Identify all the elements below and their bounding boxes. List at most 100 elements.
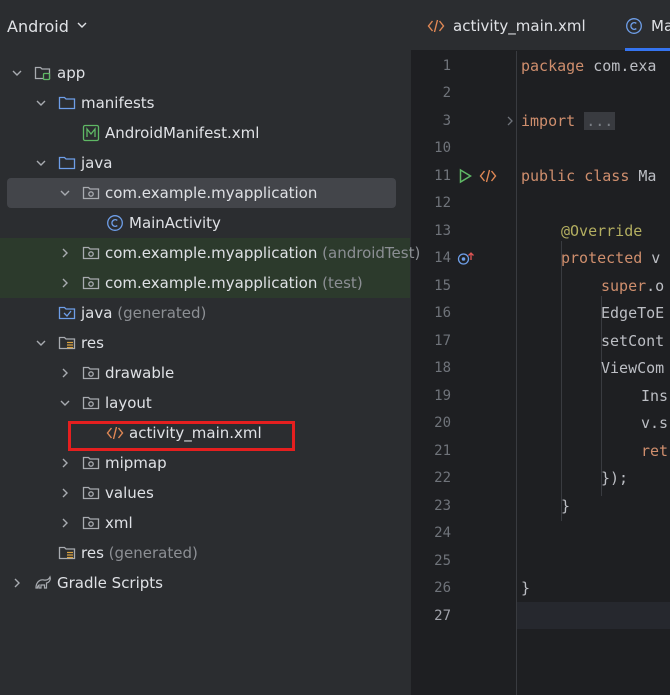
project-panel: Android app manifests AndroidManifest.xm… [0,0,420,695]
line-number: 1 [442,58,451,74]
xml-layout-icon[interactable] [479,168,497,184]
generated-source-folder-icon [58,306,76,320]
tree-item-java-generated[interactable]: java (generated) [0,298,410,328]
tree-label: com.example.myapplication [105,184,318,202]
chevron-right-icon[interactable] [59,247,71,259]
chevron-right-icon[interactable] [59,487,71,499]
source-set-suffix: (androidTest) [322,244,421,262]
tree-label: values [105,484,154,502]
tree-item-android-manifest[interactable]: AndroidManifest.xml [0,118,410,148]
module-folder-icon [34,66,51,81]
class-icon [626,17,642,34]
chevron-right-icon[interactable] [59,517,71,529]
tree-item-res-generated[interactable]: res (generated) [0,538,410,568]
chevron-down-icon[interactable] [59,187,71,199]
override-icon[interactable] [457,250,475,266]
package-icon [82,276,100,290]
line-number: 22 [434,470,451,486]
package-icon [82,246,100,260]
code-editor[interactable]: activity_main.xml Ma 1 2 3 10 11 12 13 1… [411,0,670,695]
tree-item-gradle-scripts[interactable]: Gradle Scripts [0,568,410,598]
line-number: 27 [434,608,451,624]
project-view-selector[interactable]: Android [0,0,410,52]
tree-label: manifests [81,94,155,112]
code-line: Ins [641,387,669,405]
line-number: 24 [434,525,451,541]
tree-label: AndroidManifest.xml [105,124,260,142]
tree-item-xml[interactable]: xml [0,508,410,538]
tree-item-layout[interactable]: layout [0,388,410,418]
line-number: 26 [434,580,451,596]
indent-guide [601,296,602,496]
tree-item-package-test[interactable]: com.example.myapplication (test) [0,268,410,298]
tree-label: app [57,64,86,82]
chevron-right-icon[interactable] [59,277,71,289]
code-line: @Override [561,222,643,240]
class-icon [107,215,123,231]
tree-label: layout [105,394,152,412]
code-line: ret [641,442,669,460]
tree-label: com.example.myapplication (test) [105,274,363,292]
tree-label: java [81,154,113,172]
generated-suffix: (generated) [108,544,198,562]
package-icon [82,486,100,500]
tree-item-package-main[interactable]: com.example.myapplication [0,178,410,208]
code-line: public class Ma [521,167,657,185]
chevron-down-icon[interactable] [59,397,71,409]
code-area[interactable]: package com.exa import ... public class … [518,51,670,695]
line-number: 19 [434,388,451,404]
line-number: 23 [434,498,451,514]
fold-expand-icon[interactable] [505,115,515,127]
resource-folder-icon [58,336,76,350]
line-number: 21 [434,443,451,459]
tree-item-res[interactable]: res [0,328,410,358]
tree-item-package-android-test[interactable]: com.example.myapplication (androidTest) [0,238,420,268]
line-number: 10 [434,140,451,156]
highlight-annotation-box [68,421,295,451]
gradle-icon [35,575,51,589]
folder-icon [58,96,76,110]
chevron-right-icon[interactable] [59,457,71,469]
code-line: ViewCom [601,359,665,377]
tab-activity-main-xml[interactable]: activity_main.xml [427,0,586,51]
tree-item-mipmap[interactable]: mipmap [0,448,410,478]
tree-label: Gradle Scripts [57,574,163,592]
tree-label: res (generated) [81,544,198,562]
tree-item-values[interactable]: values [0,478,410,508]
tree-item-drawable[interactable]: drawable [0,358,410,388]
chevron-down-icon[interactable] [35,97,47,109]
xml-icon [427,19,445,32]
line-number: 11 [434,168,451,184]
line-number: 12 [434,195,451,211]
chevron-down-icon[interactable] [35,157,47,169]
tab-label: Ma [651,16,670,35]
package-icon [82,456,100,470]
tab-main-activity[interactable]: Ma [625,0,670,51]
tab-label: activity_main.xml [453,16,586,35]
line-number: 18 [434,360,451,376]
package-icon [82,396,100,410]
tree-item-java[interactable]: java [0,148,410,178]
chevron-right-icon[interactable] [59,367,71,379]
tree-label: java (generated) [81,304,207,322]
line-number: 16 [434,305,451,321]
source-set-suffix: (test) [322,274,363,292]
run-icon[interactable] [457,168,473,184]
chevron-down-icon[interactable] [11,67,23,79]
source-folder-icon [58,156,76,170]
editor-gutter[interactable]: 1 2 3 10 11 12 13 14 15 16 17 18 19 20 2… [411,51,517,695]
folded-imports[interactable]: ... [584,112,616,130]
code-line: setCont [601,332,665,350]
tree-item-manifests[interactable]: manifests [0,88,410,118]
indent-guide [561,241,562,521]
chevron-right-icon[interactable] [11,577,23,589]
tree-item-main-activity[interactable]: MainActivity [0,208,410,238]
manifest-file-icon [82,124,100,142]
chevron-down-icon [77,22,87,28]
chevron-down-icon[interactable] [35,337,47,349]
project-view-title: Android [7,16,69,36]
tree-label: xml [105,514,133,532]
tree-item-app[interactable]: app [0,58,410,88]
line-number: 13 [434,223,451,239]
code-line: protected v [561,249,661,267]
